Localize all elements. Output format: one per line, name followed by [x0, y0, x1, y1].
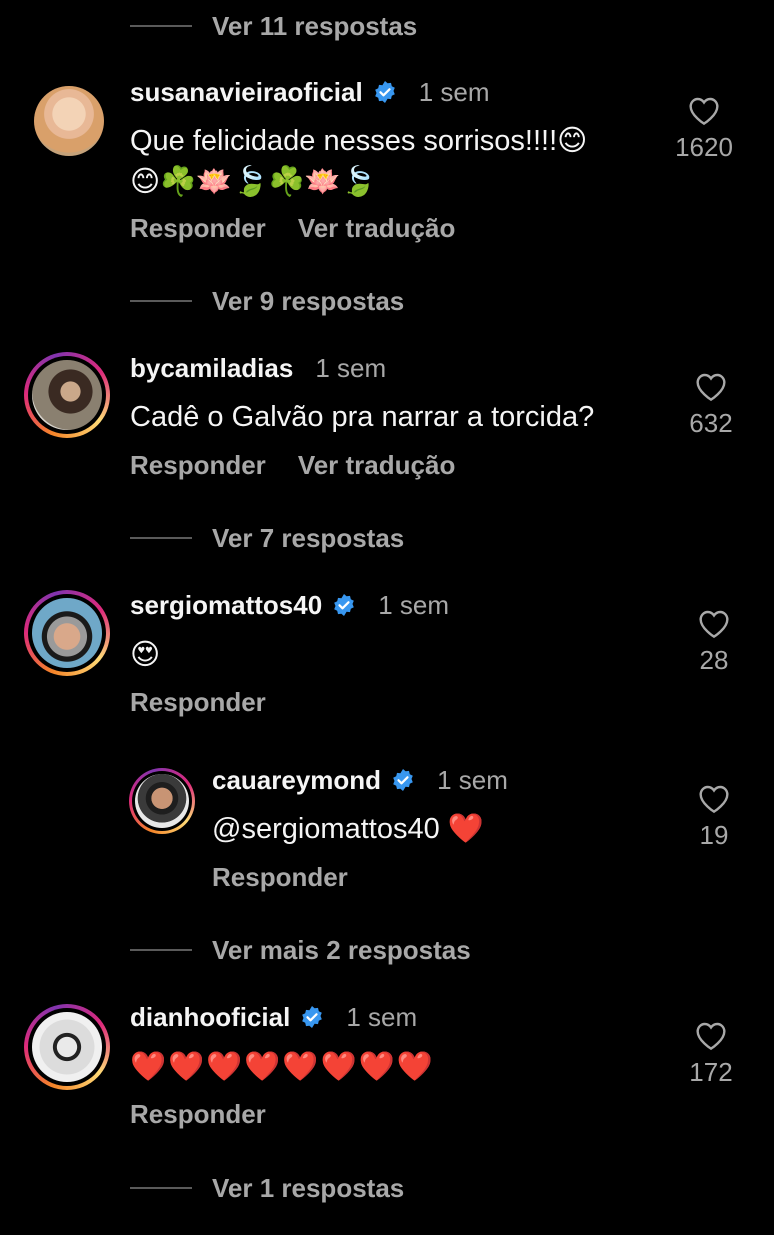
avatar-sergiomattos40[interactable]: [32, 598, 102, 668]
like-control: 172: [666, 1021, 756, 1088]
timestamp: 1 sem: [346, 1001, 418, 1032]
replies-divider: [130, 537, 192, 539]
like-count: 632: [689, 408, 733, 438]
comment-actions: Responder: [130, 1099, 266, 1130]
timestamp: 1 sem: [378, 589, 449, 620]
view-replies-link[interactable]: Ver 7 respostas: [130, 518, 404, 558]
view-replies-label: Ver 1 respostas: [212, 1172, 405, 1203]
verified-badge-icon: [393, 769, 413, 791]
like-control: 19: [669, 784, 759, 851]
view-replies-link[interactable]: Ver 9 respostas: [130, 281, 404, 321]
view-replies-label: Ver 7 respostas: [212, 522, 405, 553]
verified-badge-icon: [334, 594, 354, 616]
comment-actions: Responder: [212, 862, 348, 893]
comment-text: Que felicidade nesses sorrisos!!!!😊: [130, 125, 588, 157]
username[interactable]: cauareymond: [212, 765, 381, 796]
reply-button[interactable]: Responder: [130, 213, 266, 244]
timestamp: 1 sem: [437, 764, 508, 795]
avatar-susanavieiraoficial[interactable]: [34, 86, 104, 156]
replies-divider: [130, 949, 192, 951]
comment-text: @sergiomattos40 ❤️: [212, 813, 484, 845]
heart-icon[interactable]: [695, 1021, 727, 1051]
like-count: 19: [699, 820, 729, 850]
like-count: 172: [689, 1057, 733, 1087]
username[interactable]: bycamiladias: [130, 353, 293, 384]
avatar-dianhooficial[interactable]: [32, 1012, 102, 1082]
reply-button[interactable]: Responder: [212, 862, 348, 893]
verified-badge-icon: [302, 1006, 323, 1028]
replies-divider: [130, 25, 192, 27]
like-control: 632: [666, 372, 756, 439]
comment-header: dianhooficial 1 sem: [130, 999, 417, 1035]
replies-divider: [130, 1187, 192, 1189]
like-count: 1620: [675, 132, 733, 162]
translate-button[interactable]: Ver tradução: [298, 213, 456, 244]
comment-actions: Responder: [130, 687, 266, 718]
avatar-bycamiladias[interactable]: [32, 360, 102, 430]
like-count: 28: [699, 645, 729, 675]
view-replies-label: Ver 9 respostas: [212, 285, 405, 316]
comment-header: sergiomattos40 1 sem: [130, 587, 449, 623]
comment-header: susanavieiraoficial 1 sem: [130, 74, 490, 110]
reply-button[interactable]: Responder: [130, 687, 266, 718]
replies-divider: [130, 300, 192, 302]
verified-badge-icon: [374, 81, 395, 103]
view-replies-link[interactable]: Ver 1 respostas: [130, 1168, 404, 1208]
view-replies-label: Ver mais 2 respostas: [212, 934, 471, 965]
timestamp: 1 sem: [418, 76, 490, 107]
comment-text: ❤️❤️❤️❤️❤️❤️❤️❤️: [130, 1049, 435, 1083]
comment-text: 😍: [130, 637, 161, 671]
username[interactable]: sergiomattos40: [130, 590, 322, 621]
view-replies-link[interactable]: Ver mais 2 respostas: [130, 930, 471, 970]
username[interactable]: dianhooficial: [130, 1002, 290, 1033]
reply-button[interactable]: Responder: [130, 450, 266, 481]
comment-header: bycamiladias 1 sem: [130, 350, 386, 386]
heart-icon[interactable]: [698, 784, 730, 814]
comment-actions: Responder Ver tradução: [130, 450, 455, 481]
username[interactable]: susanavieiraoficial: [130, 77, 363, 108]
view-replies-label: Ver 11 respostas: [212, 10, 418, 41]
heart-icon[interactable]: [688, 96, 720, 126]
like-control: 1620: [659, 96, 749, 163]
comment-header: cauareymond 1 sem: [212, 762, 508, 798]
heart-icon[interactable]: [698, 609, 730, 639]
view-replies-link[interactable]: Ver 11 respostas: [130, 6, 417, 46]
comment-actions: Responder Ver tradução: [130, 213, 455, 244]
comment-text-line2: 😊☘️🪷🍃☘️🪷🍃: [130, 164, 377, 198]
timestamp: 1 sem: [315, 352, 387, 383]
avatar-cauareymond[interactable]: [135, 774, 189, 828]
reply-button[interactable]: Responder: [130, 1099, 266, 1130]
translate-button[interactable]: Ver tradução: [298, 450, 456, 481]
comment-text: Cadê o Galvão pra narrar a torcida?: [130, 401, 595, 433]
like-control: 28: [669, 609, 759, 676]
heart-icon[interactable]: [695, 372, 727, 402]
